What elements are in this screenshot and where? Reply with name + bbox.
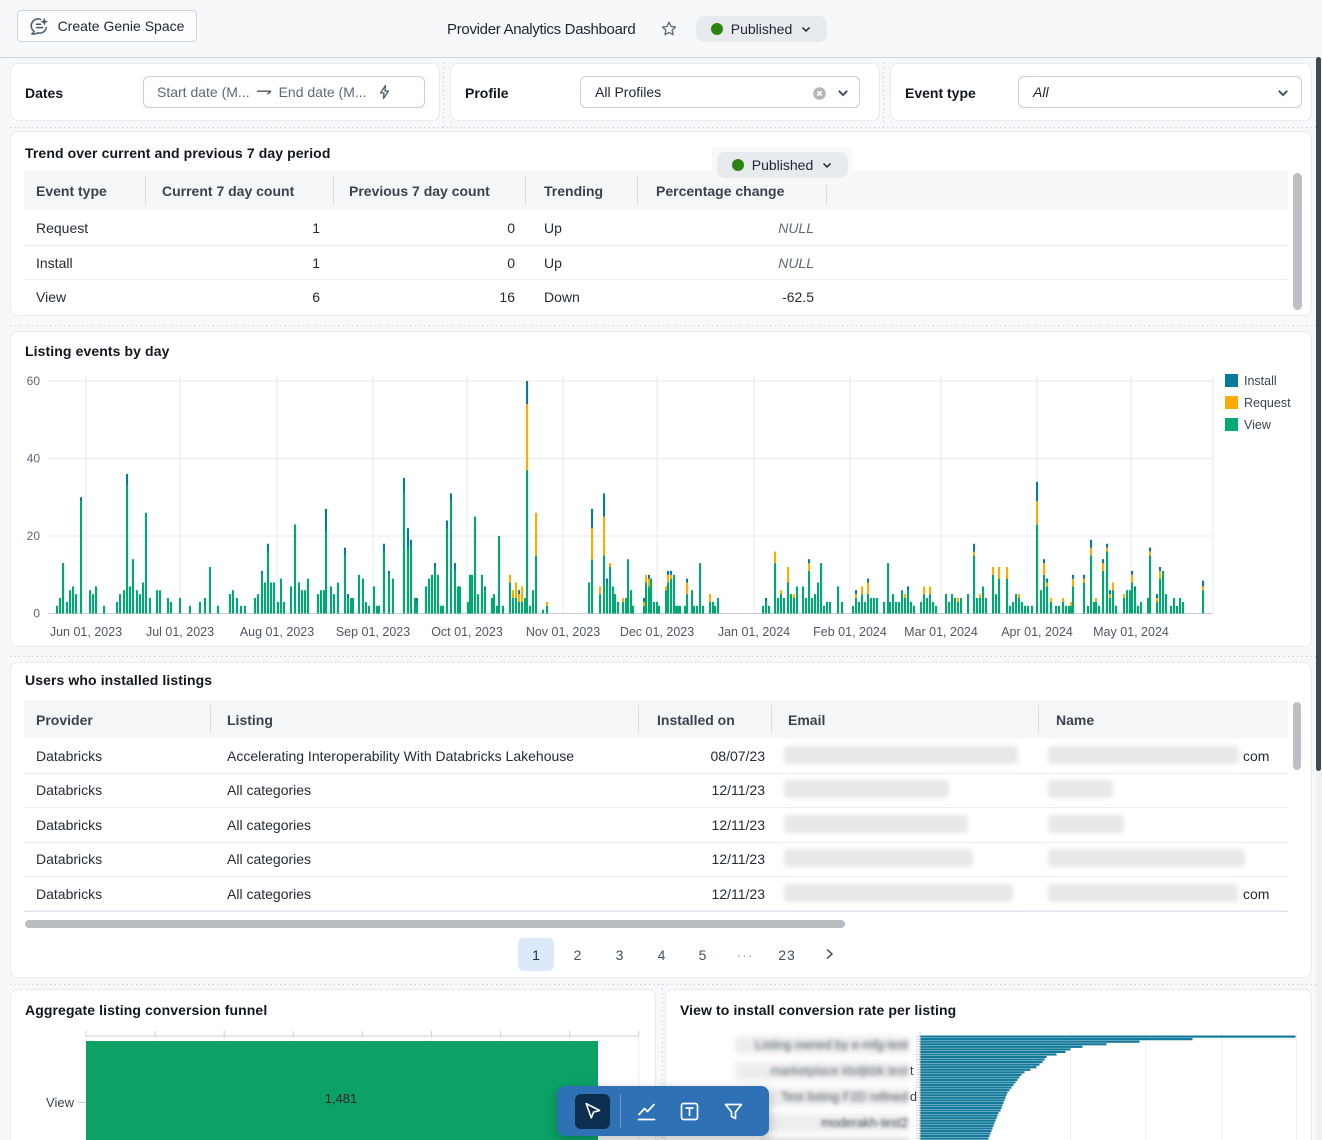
svg-text:Nov 01, 2023: Nov 01, 2023 bbox=[526, 625, 600, 639]
svg-text:View: View bbox=[1244, 418, 1272, 432]
svg-text:Request: Request bbox=[1244, 396, 1291, 410]
svg-text:Oct 01, 2023: Oct 01, 2023 bbox=[431, 625, 503, 639]
svg-text:Dec 01, 2023: Dec 01, 2023 bbox=[620, 625, 694, 639]
svg-text:Apr 01, 2024: Apr 01, 2024 bbox=[1001, 625, 1073, 639]
svg-text:Jun 01, 2023: Jun 01, 2023 bbox=[50, 625, 122, 639]
svg-text:1,481: 1,481 bbox=[325, 1091, 358, 1106]
svg-text:Mar 01, 2024: Mar 01, 2024 bbox=[904, 625, 978, 639]
svg-text:Aug 01, 2023: Aug 01, 2023 bbox=[240, 625, 314, 639]
svg-text:Feb 01, 2024: Feb 01, 2024 bbox=[813, 625, 887, 639]
svg-text:View: View bbox=[46, 1095, 75, 1110]
svg-text:60: 60 bbox=[27, 374, 41, 388]
svg-text:May 01, 2024: May 01, 2024 bbox=[1093, 625, 1169, 639]
svg-text:Install: Install bbox=[1244, 374, 1277, 388]
svg-text:20: 20 bbox=[27, 529, 41, 543]
svg-text:0: 0 bbox=[33, 607, 40, 621]
svg-text:Sep 01, 2023: Sep 01, 2023 bbox=[336, 625, 410, 639]
svg-text:Jan 01, 2024: Jan 01, 2024 bbox=[718, 625, 790, 639]
svg-text:40: 40 bbox=[27, 452, 41, 466]
svg-text:Jul 01, 2023: Jul 01, 2023 bbox=[146, 625, 214, 639]
